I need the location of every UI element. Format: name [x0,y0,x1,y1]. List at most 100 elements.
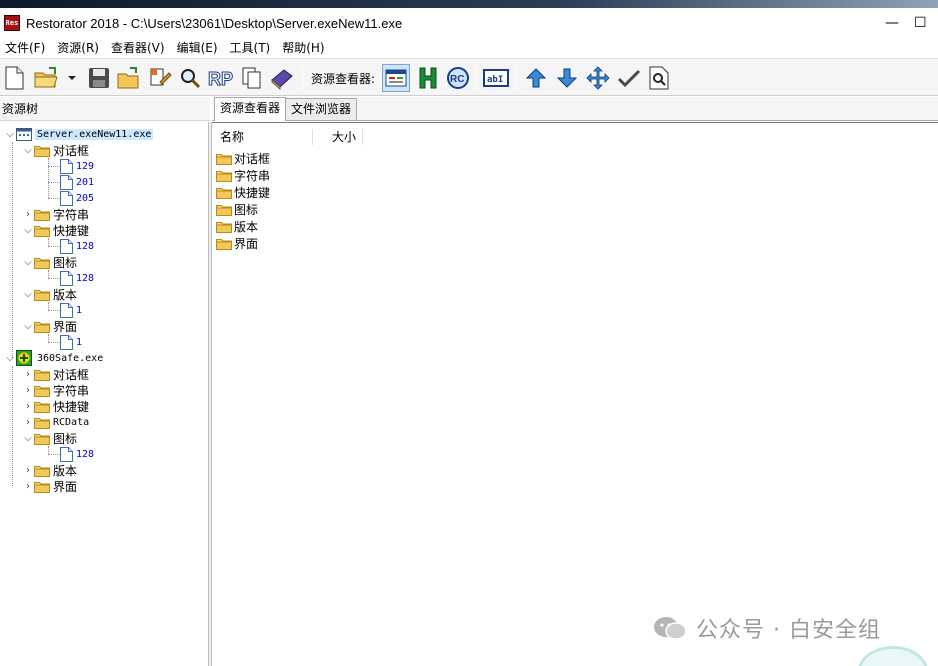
expand-icon[interactable]: › [22,366,34,382]
open-folder-icon[interactable] [115,64,143,92]
expand-icon[interactable]: › [22,414,34,430]
menu-file[interactable]: 文件(F) [0,38,52,58]
tree-node-server[interactable]: ⌵ Server.exeNew11.exe [4,126,154,142]
tree-root-label: Server.exeNew11.exe [35,128,154,140]
toolbar-separator [516,65,517,91]
collapse-icon[interactable]: ⌵ [4,350,16,366]
menu-viewer[interactable]: 查看器(V) [106,38,172,58]
view-resource-icon[interactable] [382,64,410,92]
open-file-icon[interactable] [32,64,60,92]
open-dropdown-icon[interactable] [62,64,82,92]
collapse-icon[interactable]: ⌵ [22,430,34,446]
list-item[interactable]: 字符串 [216,167,270,184]
tree-node-icon[interactable]: ⌵ 图标 [22,254,77,270]
expand-icon[interactable]: › [22,462,34,478]
svg-text:RC: RC [450,74,464,85]
column-separator[interactable] [312,129,313,145]
tree-node-accelerator[interactable]: ⌵ 快捷键 [22,222,89,238]
tree-line [48,302,49,310]
menu-resource[interactable]: 资源(R) [52,38,106,58]
new-file-icon[interactable] [0,64,28,92]
tree-leaf-label: 128 [76,448,95,460]
tree-node-dialog[interactable]: › 对话框 [22,366,89,382]
edit-resource-icon[interactable] [146,64,174,92]
tree-leaf-label: 1 [76,304,83,316]
save-icon[interactable] [85,64,113,92]
collapse-icon[interactable]: ⌵ [22,222,34,238]
svg-text:RP: RP [208,69,233,89]
tree-folder-label: 界面 [53,319,78,334]
document-icon [60,239,73,254]
tree-node-string[interactable]: › 字符串 [22,382,89,398]
tree-node-ui[interactable]: › 界面 [22,478,77,494]
book-icon[interactable] [268,64,296,92]
tab-resource-viewer[interactable]: 资源查看器 [214,97,287,121]
tree-leaf[interactable]: 205 [60,190,94,206]
tree-leaf[interactable]: 201 [60,174,94,190]
folder-icon [216,186,232,199]
tree-leaf-label: 128 [76,272,95,284]
tree-line [48,334,49,342]
menu-edit[interactable]: 编辑(E) [172,38,225,58]
expand-icon[interactable]: › [22,382,34,398]
tree-line [48,278,60,279]
copy-icon[interactable] [238,64,266,92]
folder-icon [34,400,50,413]
tree-leaf[interactable]: 128 [60,446,94,462]
tree-node-360safe[interactable]: ⌵ 360Safe.exe [4,350,105,366]
tree-node-string[interactable]: › 字符串 [22,206,89,222]
tree-leaf[interactable]: 128 [60,238,94,254]
list-item[interactable]: 快捷键 [216,184,270,201]
minimize-button[interactable]: — [872,8,912,38]
maximize-button[interactable]: ☐ [914,8,938,38]
tree-line [48,310,60,311]
list-item[interactable]: 对话框 [216,150,270,167]
move-up-icon[interactable] [522,64,550,92]
resource-tree: ⌵ Server.exeNew11.exe ⌵ 对话框 129 201 205 … [0,122,210,666]
menu-help[interactable]: 帮助(H) [277,38,331,58]
expand-icon[interactable]: › [22,478,34,494]
tree-node-rcdata[interactable]: › RCData [22,414,89,430]
collapse-icon[interactable]: ⌵ [4,126,16,142]
document-icon [60,191,73,206]
find-icon[interactable] [645,64,673,92]
menu-tools[interactable]: 工具(T) [225,38,278,58]
column-header-size[interactable]: 大小 [332,128,356,146]
tree-leaf[interactable]: 1 [60,334,82,350]
collapse-icon[interactable]: ⌵ [22,254,34,270]
check-icon[interactable] [615,64,643,92]
tree-node-version[interactable]: ⌵ 版本 [22,286,77,302]
hex-view-icon[interactable] [414,64,442,92]
tab-file-browser[interactable]: 文件浏览器 [285,98,358,120]
column-header-name[interactable]: 名称 [220,128,244,146]
list-item[interactable]: 图标 [216,201,258,218]
expand-icon[interactable]: › [22,398,34,414]
tree-node-dialog[interactable]: ⌵ 对话框 [22,142,89,158]
tree-line [48,246,60,247]
tree-folder-label: 界面 [53,479,78,494]
search-icon[interactable] [176,64,204,92]
collapse-icon[interactable]: ⌵ [22,142,34,158]
tree-node-accelerator[interactable]: › 快捷键 [22,398,89,414]
tree-leaf[interactable]: 1 [60,302,82,318]
rc-view-icon[interactable]: RC [444,64,472,92]
svg-text:abI: abI [487,75,503,85]
column-separator[interactable] [362,129,363,145]
tree-leaf[interactable]: 128 [60,270,94,286]
text-view-icon[interactable]: abI [482,64,510,92]
tree-node-icon[interactable]: ⌵ 图标 [22,430,77,446]
move-all-icon[interactable] [584,64,612,92]
tree-line [48,270,49,278]
tree-node-ui[interactable]: ⌵ 界面 [22,318,77,334]
tree-node-version[interactable]: › 版本 [22,462,77,478]
tree-line [48,446,49,454]
move-down-icon[interactable] [553,64,581,92]
collapse-icon[interactable]: ⌵ [22,286,34,302]
tree-leaf[interactable]: 129 [60,158,94,174]
list-item[interactable]: 界面 [216,235,258,252]
expand-icon[interactable]: › [22,206,34,222]
list-item[interactable]: 版本 [216,218,258,235]
rp-icon[interactable]: RP [206,64,234,92]
collapse-icon[interactable]: ⌵ [22,318,34,334]
tree-line [48,198,60,199]
